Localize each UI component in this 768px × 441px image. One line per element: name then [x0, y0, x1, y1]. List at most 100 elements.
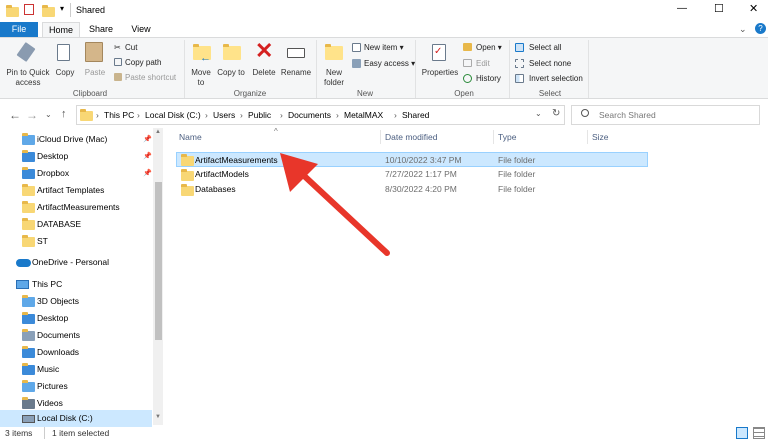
- properties-button[interactable]: Properties: [419, 68, 461, 78]
- nav-item-local-disk[interactable]: Local Disk (C:): [0, 410, 152, 427]
- help-icon[interactable]: ?: [755, 23, 766, 34]
- nav-item-dropbox[interactable]: Dropbox 📌: [0, 165, 152, 182]
- nav-item-3d-objects[interactable]: 3D Objects: [0, 293, 152, 310]
- new-item-icon: [352, 43, 361, 52]
- column-divider[interactable]: [587, 130, 588, 144]
- edit-button[interactable]: Edit: [476, 59, 490, 69]
- folder-icon: [181, 184, 194, 196]
- copy-button[interactable]: Copy: [53, 68, 77, 78]
- status-divider: [44, 427, 45, 439]
- edit-icon: [463, 59, 472, 67]
- invert-selection-button[interactable]: Invert selection: [529, 74, 583, 84]
- recent-locations-button[interactable]: ⌄: [45, 110, 52, 119]
- copy-path-button[interactable]: Copy path: [125, 58, 161, 68]
- scrollbar-thumb[interactable]: [155, 182, 162, 340]
- paste-shortcut-button[interactable]: Paste shortcut: [125, 73, 176, 83]
- scroll-down-icon[interactable]: ▼: [155, 414, 161, 420]
- easy-access-icon: [352, 59, 361, 68]
- paste-button[interactable]: Paste: [82, 68, 108, 78]
- pin-icon: 📌: [143, 153, 152, 160]
- maximize-button[interactable]: ☐: [714, 2, 724, 15]
- table-row[interactable]: ArtifactModels 7/27/2022 1:17 PM File fo…: [176, 167, 648, 182]
- breadcrumb-shared[interactable]: Shared: [402, 110, 429, 120]
- nav-item-onedrive[interactable]: OneDrive - Personal: [0, 254, 152, 271]
- expand-ribbon-icon[interactable]: ⌄: [739, 24, 747, 35]
- move-to-button[interactable]: Move to: [187, 68, 215, 88]
- easy-access-button[interactable]: Easy access ▾: [364, 59, 415, 69]
- table-row[interactable]: ArtifactMeasurements 10/10/2022 3:47 PM …: [176, 152, 648, 167]
- nav-item-downloads[interactable]: Downloads: [0, 344, 152, 361]
- crumb-separator: ›: [205, 110, 208, 120]
- paste-shortcut-icon: [114, 73, 122, 81]
- search-icon: [581, 109, 589, 117]
- details-view-icon[interactable]: [736, 427, 748, 439]
- drive-icon: [22, 415, 35, 423]
- annotation-arrow: [280, 153, 390, 256]
- breadcrumb-users[interactable]: Users: [213, 110, 235, 120]
- cut-button[interactable]: Cut: [125, 43, 137, 53]
- properties-qa-icon[interactable]: [24, 4, 34, 15]
- folder-icon: [6, 5, 19, 17]
- tab-view[interactable]: View: [122, 22, 160, 37]
- nav-item-this-pc[interactable]: This PC: [0, 276, 152, 293]
- qa-dropdown-icon[interactable]: ▾: [60, 4, 64, 13]
- check-icon: ✓: [434, 46, 443, 57]
- select-all-button[interactable]: Select all: [529, 43, 561, 53]
- history-button[interactable]: History: [476, 74, 501, 84]
- nav-item-music[interactable]: Music: [0, 361, 152, 378]
- select-none-button[interactable]: Select none: [529, 59, 571, 69]
- back-button[interactable]: ←: [9, 108, 21, 122]
- copy-to-icon: [223, 44, 241, 60]
- column-type[interactable]: Type: [498, 132, 516, 142]
- column-date-modified[interactable]: Date modified: [385, 132, 437, 142]
- breadcrumb-public[interactable]: Public: [248, 110, 271, 120]
- tab-share[interactable]: Share: [82, 22, 120, 37]
- new-folder-qa-icon[interactable]: [42, 5, 55, 17]
- crumb-separator: ›: [240, 110, 243, 120]
- column-size[interactable]: Size: [592, 132, 609, 142]
- copy-to-button[interactable]: Copy to: [217, 68, 245, 78]
- nav-item-artifact-templates[interactable]: Artifact Templates: [0, 182, 152, 199]
- scroll-up-icon[interactable]: ▲: [155, 129, 161, 135]
- large-icons-view-icon[interactable]: [753, 427, 765, 439]
- nav-item-database[interactable]: DATABASE: [0, 216, 152, 233]
- up-button[interactable]: ↑: [61, 108, 67, 120]
- table-row[interactable]: Databases 8/30/2022 4:20 PM File folder: [176, 182, 648, 197]
- forward-button[interactable]: →: [26, 108, 38, 122]
- move-arrow-icon: ←: [200, 52, 211, 64]
- select-group-label: Select: [538, 89, 562, 98]
- open-icon: [463, 43, 472, 51]
- close-button[interactable]: ✕: [749, 2, 758, 15]
- breadcrumb-documents[interactable]: Documents: [288, 110, 331, 120]
- nav-item-desktop[interactable]: Desktop: [0, 310, 152, 327]
- breadcrumb-metalmax[interactable]: MetalMAX: [344, 110, 383, 120]
- breadcrumb-this-pc[interactable]: This PC: [104, 110, 134, 120]
- nav-item-documents[interactable]: Documents: [0, 327, 152, 344]
- new-item-button[interactable]: New item ▾: [364, 43, 404, 53]
- nav-item-icloud[interactable]: iCloud Drive (Mac) 📌: [0, 131, 152, 148]
- tab-home[interactable]: Home: [42, 22, 80, 37]
- column-divider[interactable]: [380, 130, 381, 144]
- nav-item-pictures[interactable]: Pictures: [0, 378, 152, 395]
- address-dropdown-icon[interactable]: ⌄: [535, 109, 542, 118]
- select-none-icon: [515, 59, 524, 68]
- column-divider[interactable]: [493, 130, 494, 144]
- computer-icon: [16, 280, 29, 289]
- breadcrumb-local-disk[interactable]: Local Disk (C:): [145, 110, 201, 120]
- status-selection: 1 item selected: [52, 428, 110, 438]
- delete-button[interactable]: Delete: [250, 68, 278, 78]
- open-button[interactable]: Open ▾: [476, 43, 502, 53]
- nav-item-st[interactable]: ST: [0, 233, 152, 250]
- tab-file[interactable]: File: [0, 22, 38, 37]
- column-name[interactable]: Name: [179, 132, 202, 142]
- title-divider: [70, 3, 71, 17]
- group-divider: [509, 40, 510, 98]
- refresh-icon[interactable]: ↻: [552, 108, 560, 119]
- rename-button[interactable]: Rename: [280, 68, 312, 78]
- pin-to-quick-access-button[interactable]: Pin to Quick access: [2, 68, 54, 88]
- file-name: Databases: [195, 184, 236, 194]
- nav-item-desktop-quick[interactable]: Desktop 📌: [0, 148, 152, 165]
- minimize-button[interactable]: —: [677, 3, 687, 14]
- new-folder-button[interactable]: New folder: [319, 68, 349, 88]
- nav-item-artifact-measurements[interactable]: ArtifactMeasurements: [0, 199, 152, 216]
